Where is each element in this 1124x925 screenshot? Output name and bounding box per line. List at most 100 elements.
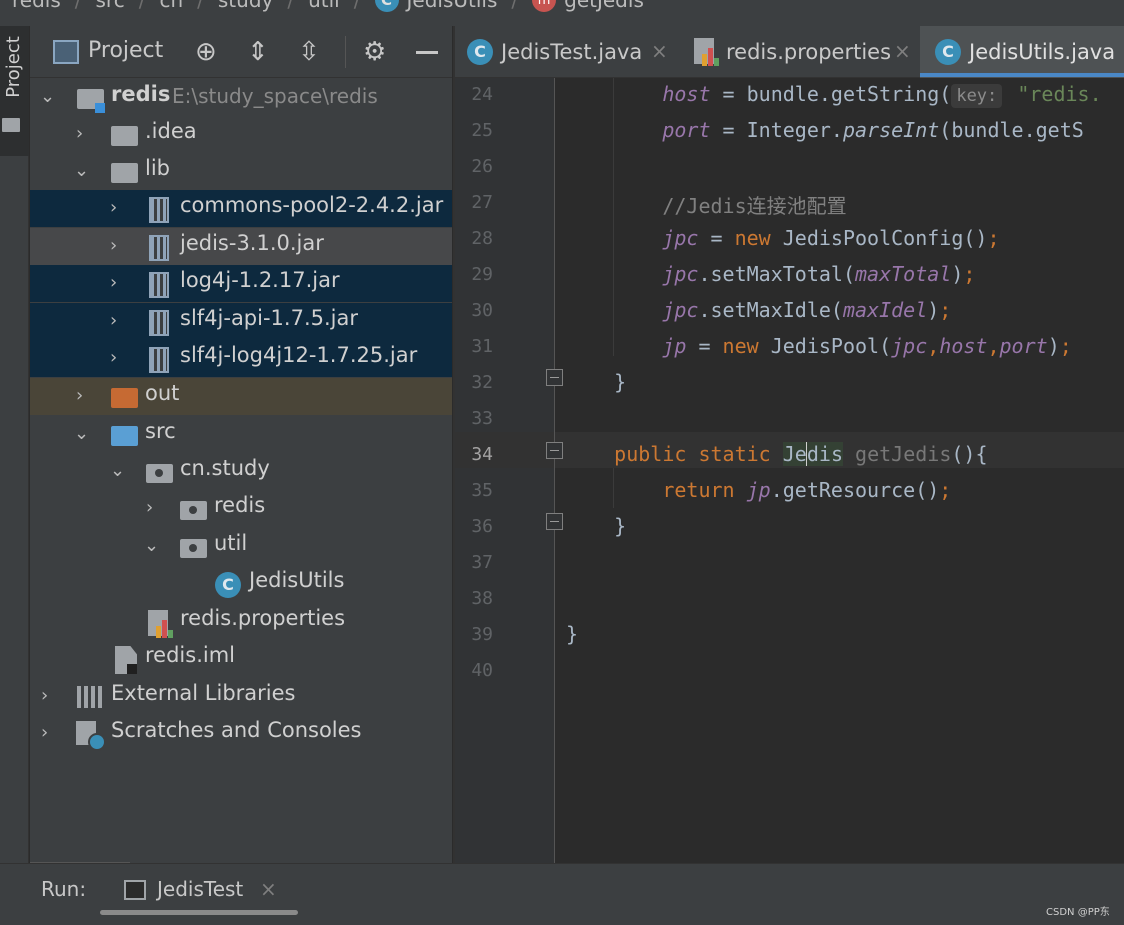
line-number: 33 (471, 408, 493, 429)
chevron-right-icon[interactable]: › (110, 310, 117, 331)
tree-item-label: JedisUtils (249, 568, 345, 592)
chevron-right-icon[interactable]: › (110, 272, 117, 293)
project-tool-window-label[interactable]: Project (2, 27, 26, 107)
properties-file-icon (694, 38, 720, 66)
code-token: ) (951, 262, 964, 286)
tree-item-log4j-jar[interactable]: › log4j-1.2.17.jar (30, 265, 452, 302)
code-token: jpc (662, 226, 699, 250)
breadcrumb-separator: / (197, 0, 204, 12)
properties-file-icon (148, 610, 174, 638)
code-token: jp (662, 334, 687, 358)
tree-item-scratches[interactable]: › Scratches and Consoles (30, 715, 452, 752)
tree-item-slf4j-api-jar[interactable]: › slf4j-api-1.7.5.jar (30, 303, 452, 340)
chevron-right-icon[interactable]: › (146, 497, 153, 518)
code-token: ; (963, 262, 976, 286)
breadcrumb-item[interactable]: study (218, 0, 273, 12)
chevron-down-icon[interactable]: ⌄ (40, 86, 55, 107)
tree-item-src[interactable]: ⌄ src (30, 416, 452, 453)
libraries-icon (77, 686, 105, 708)
chevron-right-icon[interactable]: › (41, 685, 48, 706)
code-token: ; (939, 298, 952, 322)
tree-item-label: lib (145, 156, 170, 180)
jar-icon (149, 235, 169, 261)
fold-marker-icon[interactable] (546, 369, 563, 386)
breadcrumb-item[interactable]: redis (12, 0, 61, 12)
tree-item-redis-iml[interactable]: redis.iml (30, 640, 452, 677)
close-icon[interactable]: × (894, 39, 911, 63)
tree-item-commons-pool2-jar[interactable]: › commons-pool2-2.4.2.jar (30, 190, 452, 227)
expand-all-icon[interactable]: ⇕ (247, 39, 269, 65)
target-icon[interactable]: ⊕ (195, 39, 217, 65)
breadcrumb-item[interactable]: util (308, 0, 340, 12)
chevron-right-icon[interactable]: › (110, 235, 117, 256)
tree-item-redis-package[interactable]: › redis (30, 490, 452, 527)
tree-item-label: slf4j-api-1.7.5.jar (180, 306, 358, 330)
tree-item-jedisutils[interactable]: C JedisUtils (30, 565, 452, 602)
module-badge-icon (95, 103, 105, 113)
code-token: = bundle.getString( (710, 82, 952, 106)
tree-item-slf4j-log4j12-jar[interactable]: › slf4j-log4j12-1.7.25.jar (30, 340, 452, 377)
tab-label: JedisUtils.java (969, 40, 1116, 64)
code-token: //Jedis连接池配置 (662, 194, 847, 218)
tree-item-redis-module[interactable]: ⌄ redis E:\study_space\redis (30, 79, 452, 116)
code-line: } (566, 622, 578, 646)
chevron-right-icon[interactable]: › (41, 722, 48, 743)
tab-jedisutils[interactable]: C JedisUtils.java (920, 26, 1124, 78)
chevron-right-icon[interactable]: › (76, 385, 83, 406)
collapse-all-icon[interactable]: ⇳ (298, 39, 320, 65)
code-token: .setMaxTotal( (698, 262, 855, 286)
tab-redis-properties[interactable]: redis.properties × (682, 26, 918, 78)
tab-jedistest[interactable]: C JedisTest.java × (455, 26, 680, 78)
tree-item-label: log4j-1.2.17.jar (180, 268, 340, 292)
tree-item-cn-study[interactable]: ⌄ cn.study (30, 453, 452, 490)
toolbar-divider (345, 36, 346, 68)
folder-icon (111, 126, 138, 146)
close-icon[interactable]: × (260, 877, 277, 901)
breadcrumb-item[interactable]: cn (159, 0, 183, 12)
tree-item-out[interactable]: › out (30, 378, 452, 415)
tree-item-redis-properties[interactable]: redis.properties (30, 603, 452, 640)
chevron-right-icon[interactable]: › (76, 123, 83, 144)
chevron-down-icon[interactable]: ⌄ (74, 160, 89, 181)
breadcrumb-separator: / (511, 0, 519, 12)
breadcrumb-item[interactable]: getJedis (564, 0, 644, 12)
package-icon (146, 464, 173, 483)
code-token: new (734, 226, 771, 250)
code-token: jpc (891, 334, 928, 358)
jar-icon (149, 310, 169, 336)
tree-item-idea[interactable]: › .idea (30, 116, 452, 153)
fold-marker-icon[interactable] (546, 513, 563, 530)
tree-item-jedis-jar[interactable]: › jedis-3.1.0.jar (30, 228, 452, 265)
chevron-down-icon[interactable]: ⌄ (144, 535, 159, 556)
chevron-down-icon[interactable]: ⌄ (110, 460, 125, 481)
breadcrumb: redis / src / cn / study / util / C Jedi… (0, 0, 1124, 26)
breadcrumb-item[interactable]: src (96, 0, 125, 12)
line-number: 26 (471, 156, 493, 177)
active-tab-indicator (920, 73, 1124, 77)
close-icon[interactable]: × (651, 39, 668, 63)
tree-item-util[interactable]: ⌄ util (30, 528, 452, 565)
gear-icon[interactable]: ⚙ (363, 39, 386, 65)
tree-item-lib[interactable]: ⌄ lib (30, 153, 452, 190)
chevron-right-icon[interactable]: › (110, 197, 117, 218)
minimize-icon[interactable] (416, 51, 438, 54)
class-icon: C (215, 572, 241, 598)
fold-marker-icon[interactable] (546, 442, 563, 459)
code-token: jpc (662, 262, 699, 286)
tab-label: redis.properties (726, 40, 892, 64)
run-tab-label[interactable]: JedisTest (157, 877, 243, 901)
chevron-right-icon[interactable]: › (110, 347, 117, 368)
project-panel-title[interactable]: Project (88, 38, 163, 63)
chevron-down-icon[interactable]: ⌄ (74, 423, 89, 444)
tree-item-label: External Libraries (111, 681, 296, 705)
tree-item-external-libraries[interactable]: › External Libraries (30, 678, 452, 715)
line-number: 28 (471, 228, 493, 249)
code-token: = Integer. (710, 118, 843, 142)
breadcrumb-item[interactable]: JedisUtils (407, 0, 498, 12)
